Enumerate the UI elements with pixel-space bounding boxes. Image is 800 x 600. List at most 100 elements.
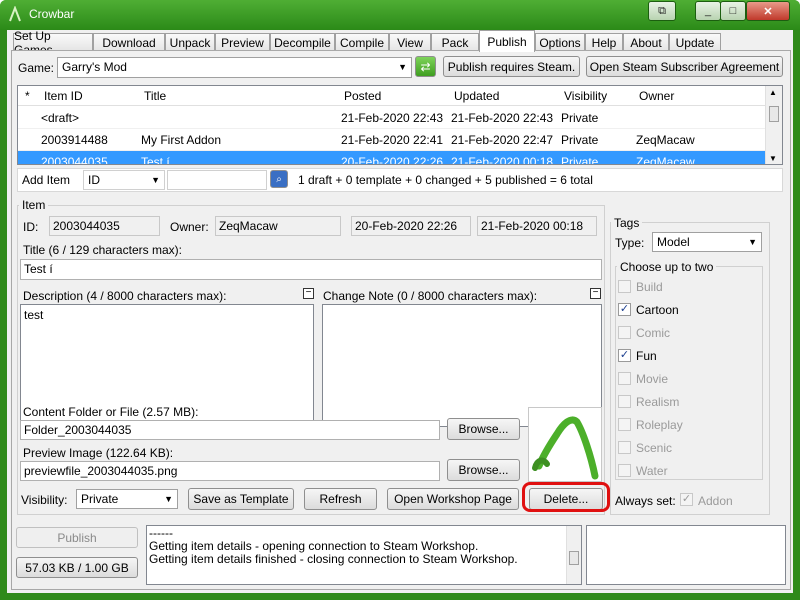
tab-download[interactable]: Download [93,33,165,51]
tag-type-label: Type: [615,236,645,250]
visibility-value: Private [81,492,119,506]
row-posted: 21-Feb-2020 22:41 [341,133,444,147]
quota-indicator: 57.03 KB / 1.00 GB [16,557,138,578]
item-id-field[interactable]: 2003044035 [49,216,160,236]
column-posted[interactable]: Posted [344,89,381,103]
open-agreement-button[interactable]: Open Steam Subscriber Agreement [586,56,783,77]
tab-unpack[interactable]: Unpack [165,33,215,51]
row-title: My First Addon [141,133,222,147]
tab-options[interactable]: Options [535,33,585,51]
item-id-label: ID: [23,220,39,234]
table-row[interactable]: <draft> 21-Feb-2020 22:43 21-Feb-2020 22… [18,107,766,129]
tab-preview[interactable]: Preview [215,33,270,51]
row-id: 2003914488 [41,133,108,147]
minimize-button[interactable]: _ [695,1,721,21]
log-line: Getting item details finished - closing … [149,552,518,566]
row-id: <draft> [41,111,80,125]
browse-preview-button[interactable]: Browse... [447,459,520,481]
column-item-id[interactable]: Item ID [44,89,83,103]
tab-help[interactable]: Help [585,33,623,51]
table-row-selected[interactable]: 2003044035 Test í 20-Feb-2020 22:26 21-F… [18,151,766,165]
updated-field[interactable]: 21-Feb-2020 00:18 [477,216,597,236]
log-output[interactable]: ------ Getting item details - opening co… [146,525,582,585]
scroll-thumb[interactable] [769,106,779,122]
tab-publish[interactable]: Publish [479,30,535,52]
tag-roleplay-label: Roleplay [636,418,683,432]
tab-set-up-games[interactable]: Set Up Games [13,29,93,57]
content-input[interactable]: Folder_2003044035 [20,420,440,440]
preview-label: Preview Image (122.64 KB): [23,446,174,460]
publish-requires-steam-button[interactable]: Publish requires Steam. [443,56,580,77]
tag-comic-label: Comic [636,326,671,340]
column-title[interactable]: Title [144,89,166,103]
refresh-button[interactable]: Refresh [304,488,377,510]
add-item-type-select[interactable]: ID ▼ [83,170,165,190]
crowbar-logo-icon [9,6,21,22]
tag-scenic-label: Scenic [636,441,673,455]
row-visibility: Private [561,155,599,165]
add-item-type-value: ID [88,173,100,187]
game-select[interactable]: Garry's Mod ▼ [57,57,412,78]
tag-movie-checkbox[interactable] [618,372,631,385]
column-updated[interactable]: Updated [454,89,499,103]
browse-content-button[interactable]: Browse... [447,418,520,440]
tag-fun-checkbox[interactable]: ✓ [618,349,631,362]
always-addon-checkbox[interactable]: ✓ [680,493,693,506]
restore-icon[interactable]: ⧉ [648,1,676,21]
tab-compile[interactable]: Compile [335,33,389,51]
items-summary: 1 draft + 0 template + 0 changed + 5 pub… [298,173,593,187]
column-star[interactable]: * [25,89,30,103]
collapse-changenote-icon[interactable]: − [590,288,601,299]
tab-about[interactable]: About [623,33,669,51]
column-owner[interactable]: Owner [639,89,674,103]
open-workshop-page-button[interactable]: Open Workshop Page [387,488,519,510]
log-scrollbar[interactable] [566,526,581,584]
maximize-button[interactable]: □ [720,1,746,21]
table-row[interactable]: 2003914488 My First Addon 21-Feb-2020 22… [18,129,766,151]
tab-pack[interactable]: Pack [431,33,479,51]
row-posted: 21-Feb-2020 22:43 [341,111,444,125]
list-scrollbar[interactable]: ▲ ▼ [765,86,782,164]
scroll-down-icon[interactable]: ▼ [769,154,777,163]
tag-roleplay-checkbox[interactable] [618,418,631,431]
title-input[interactable]: Test í [20,259,602,280]
collapse-description-icon[interactable]: − [303,288,314,299]
owner-field[interactable]: ZeqMacaw [215,216,341,236]
add-item-input[interactable] [167,170,267,190]
tag-build-checkbox[interactable] [618,280,631,293]
row-visibility: Private [561,133,599,147]
tab-update[interactable]: Update [669,33,721,51]
search-icon[interactable]: ⌕ [270,170,288,188]
tab-view[interactable]: View [389,33,431,51]
preview-thumbnail [528,407,602,482]
log-scroll-thumb[interactable] [569,551,579,565]
posted-field[interactable]: 20-Feb-2020 22:26 [351,216,471,236]
delete-highlight-ring [522,482,610,512]
row-owner: ZeqMacaw [636,133,695,147]
row-id: 2003044035 [41,155,108,165]
tag-scenic-checkbox[interactable] [618,441,631,454]
tag-type-select[interactable]: Model ▼ [652,232,762,252]
close-button[interactable]: ✕ [746,1,790,21]
column-visibility[interactable]: Visibility [564,89,607,103]
app-window: Crowbar ⧉ _ □ ✕ Set Up Games Download Un… [0,0,800,600]
tag-cartoon-checkbox[interactable]: ✓ [618,303,631,316]
tag-fun-label: Fun [636,349,657,363]
list-header: * Item ID Title Posted Updated Visibilit… [18,86,766,106]
tag-water-checkbox[interactable] [618,464,631,477]
tab-decompile[interactable]: Decompile [270,33,335,51]
title-bar[interactable]: Crowbar ⧉ _ □ ✕ [0,0,800,30]
visibility-select[interactable]: Private ▼ [76,489,178,509]
publish-button[interactable]: Publish [16,527,138,548]
tag-realism-checkbox[interactable] [618,395,631,408]
refresh-games-icon[interactable]: ⇄ [415,56,436,77]
row-visibility: Private [561,111,599,125]
content-label: Content Folder or File (2.57 MB): [23,405,199,419]
save-as-template-button[interactable]: Save as Template [188,488,294,510]
workshop-item-list[interactable]: * Item ID Title Posted Updated Visibilit… [17,85,783,165]
tag-comic-checkbox[interactable] [618,326,631,339]
add-item-label[interactable]: Add Item [22,173,70,187]
scroll-up-icon[interactable]: ▲ [769,88,777,97]
preview-input[interactable]: previewfile_2003044035.png [20,461,440,481]
title-label: Title (6 / 129 characters max): [23,243,182,257]
